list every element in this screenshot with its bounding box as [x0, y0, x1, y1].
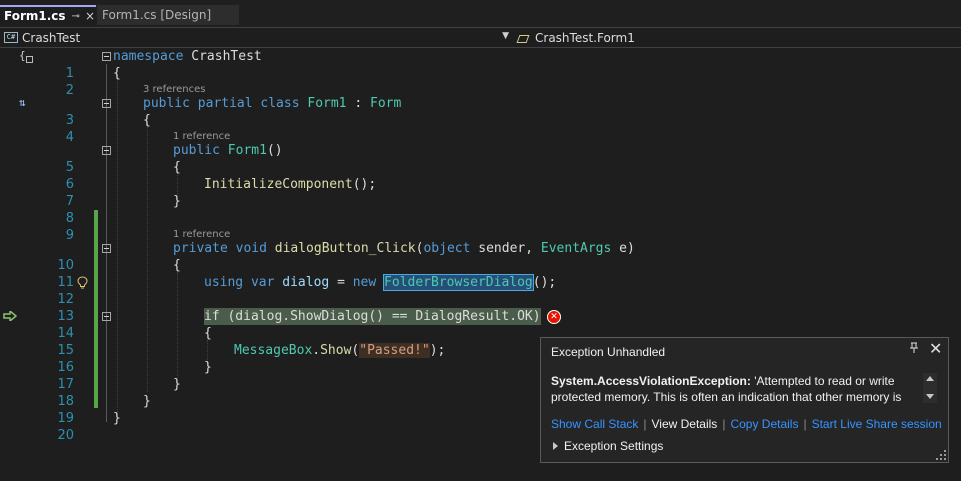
tab-form1-cs[interactable]: Form1.cs ⊸ ×	[0, 5, 96, 25]
exception-actions: Show Call Stack | View Details | Copy De…	[551, 417, 942, 431]
code-line: 9	[0, 210, 961, 243]
separator: |	[803, 417, 807, 431]
parens: ();	[352, 177, 377, 192]
project-name: CrashTest	[22, 30, 81, 45]
keyword: public	[173, 143, 220, 158]
colon: :	[346, 96, 370, 111]
brace: }	[204, 360, 212, 375]
keyword: private void	[173, 241, 267, 256]
tab-title: Form1.cs [Design]	[102, 8, 212, 22]
message-scrollbar[interactable]	[923, 373, 937, 403]
brace: {	[113, 66, 121, 81]
parens: ();	[532, 275, 557, 290]
pin-icon[interactable]	[909, 342, 919, 354]
dot: .	[312, 343, 321, 358]
variable: dialog	[274, 275, 338, 290]
csharp-project-icon: C#	[4, 32, 18, 43]
tab-title: Form1.cs	[4, 9, 66, 23]
project-dropdown[interactable]: C# CrashTest ▼	[0, 28, 513, 47]
lightbulb-icon[interactable]	[77, 276, 88, 289]
code-line: 7 InitializeComponent();	[0, 176, 961, 209]
type-name: CrashTest.Form1	[535, 30, 635, 45]
code-line: 11 {	[0, 257, 961, 290]
scroll-up-icon[interactable]	[926, 376, 934, 381]
close-icon[interactable]: ✕	[929, 339, 942, 359]
code-line-current-statement: 14 if (dialog.ShowDialog() == DialogResu…	[0, 308, 961, 341]
pin-tab-icon[interactable]: ⊸	[72, 11, 80, 22]
exception-type: System.AccessViolationException:	[551, 374, 751, 388]
popup-title: Exception Unhandled	[551, 345, 666, 359]
current-statement: if (dialog.ShowDialog() == DialogResult.…	[204, 308, 541, 325]
class-name: Form1	[307, 96, 347, 111]
exception-settings-label: Exception Settings	[564, 439, 664, 453]
method-call: InitializeComponent	[204, 177, 353, 192]
method-call: Show	[320, 343, 352, 358]
scroll-down-icon[interactable]	[926, 394, 934, 399]
brace: }	[113, 411, 121, 426]
exception-message: System.AccessViolationException: 'Attemp…	[551, 373, 921, 405]
type-name: MessageBox	[234, 343, 313, 358]
code-line: 5 public Form1()	[0, 142, 961, 175]
copy-details-link[interactable]: Copy Details	[730, 417, 798, 431]
error-icon[interactable]: ✕	[547, 310, 561, 324]
param: e)	[611, 241, 635, 256]
brace: {	[204, 326, 212, 341]
param: sender,	[470, 241, 541, 256]
separator: |	[643, 417, 647, 431]
keyword: public partial class	[143, 96, 300, 111]
live-share-link[interactable]: Start Live Share session	[812, 417, 942, 431]
brace: {	[173, 258, 181, 273]
constructor-name: Form1	[227, 143, 267, 158]
view-details-link[interactable]: View Details	[652, 417, 718, 431]
namespace-name: CrashTest	[183, 49, 262, 64]
string-literal: "Passed!"	[359, 343, 430, 358]
parens: );	[429, 343, 446, 358]
keyword: using var	[204, 275, 275, 290]
highlighted-type: FolderBrowserDialog	[383, 274, 534, 291]
brace: }	[173, 377, 181, 392]
code-line: 4 {	[0, 112, 961, 145]
param-type: EventArgs	[540, 241, 612, 256]
operator: =	[337, 275, 353, 290]
chevron-down-icon[interactable]: ▼	[502, 31, 509, 41]
exception-helper-popup: Exception Unhandled ✕ System.AccessViola…	[540, 337, 949, 463]
method-name: dialogButton_Click	[274, 241, 416, 256]
base-type: Form	[370, 96, 402, 111]
code-line: 10 private void dialogButton_Click(objec…	[0, 240, 961, 273]
code-line: 8 }	[0, 193, 961, 226]
code-line: 3 public partial class Form1 : Form	[0, 95, 961, 128]
class-icon	[517, 32, 531, 44]
brace: {	[143, 113, 151, 128]
keyword: object	[423, 241, 471, 256]
expand-triangle-icon	[553, 442, 558, 450]
document-tab-strip: Form1.cs ⊸ × Form1.cs [Design]	[0, 0, 961, 27]
code-line: 13	[0, 291, 961, 324]
navigation-bar: C# CrashTest ▼ CrashTest.Form1	[0, 27, 961, 48]
close-tab-icon[interactable]: ×	[85, 9, 95, 23]
show-call-stack-link[interactable]: Show Call Stack	[551, 417, 638, 431]
exception-settings-expander[interactable]: Exception Settings	[553, 439, 663, 453]
separator: |	[722, 417, 726, 431]
brace: {	[173, 160, 181, 175]
brace: }	[173, 194, 181, 209]
resize-grip-icon[interactable]	[936, 450, 946, 460]
keyword: new	[352, 275, 377, 290]
type-dropdown[interactable]: CrashTest.Form1	[513, 28, 961, 47]
keyword: namespace	[113, 49, 184, 64]
brace: }	[143, 394, 151, 409]
code-line: 12 using var dialog = new FolderBrowserD…	[0, 274, 961, 307]
code-line: 2 {	[0, 65, 961, 98]
tab-form1-design[interactable]: Form1.cs [Design]	[97, 5, 239, 25]
code-line: 1 namespace CrashTest	[0, 48, 961, 81]
line-number: 20	[57, 428, 74, 443]
code-line: 6 {	[0, 159, 961, 192]
parens: ()	[266, 143, 283, 158]
